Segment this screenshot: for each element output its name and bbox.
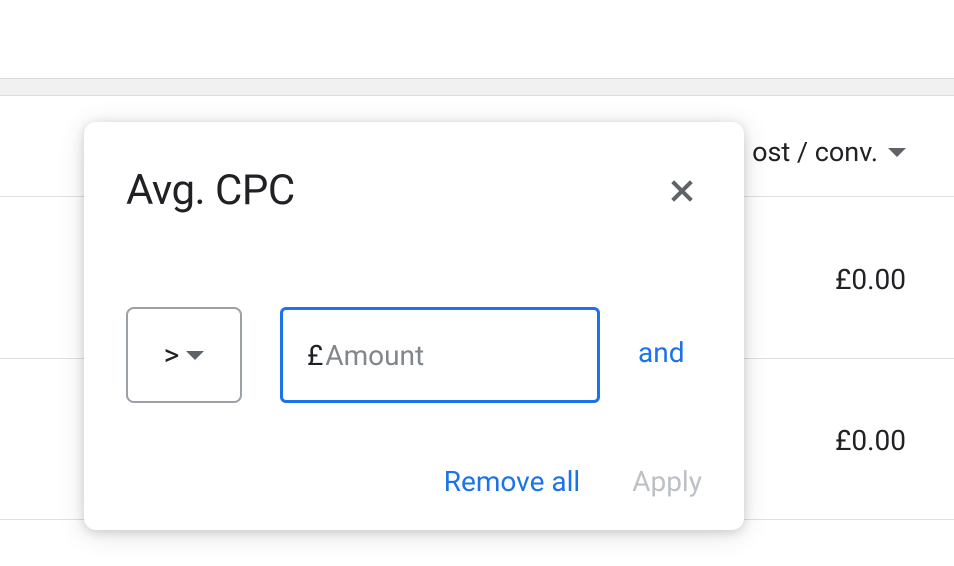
chevron-down-icon xyxy=(888,148,906,157)
popover-title: Avg. CPC xyxy=(126,166,295,215)
popover-footer: Remove all Apply xyxy=(126,465,702,498)
chevron-down-icon xyxy=(186,351,204,360)
add-condition-and-button[interactable]: and xyxy=(638,336,684,375)
close-button[interactable] xyxy=(662,171,702,211)
remove-all-button[interactable]: Remove all xyxy=(444,465,580,498)
table-cell-value: £0.00 xyxy=(835,263,906,296)
close-icon xyxy=(666,175,698,207)
operator-dropdown[interactable]: > xyxy=(126,307,242,403)
popover-header: Avg. CPC xyxy=(126,166,702,215)
amount-input[interactable] xyxy=(325,339,573,372)
filter-row: > £ and xyxy=(126,307,702,403)
toolbar-strip xyxy=(0,78,954,96)
column-header-cost-per-conv[interactable]: ost / conv. xyxy=(752,136,906,168)
column-header-label: ost / conv. xyxy=(752,136,878,168)
currency-symbol: £ xyxy=(307,339,323,372)
apply-button[interactable]: Apply xyxy=(632,465,702,498)
filter-popover: Avg. CPC > £ and Remove all Apply xyxy=(84,122,744,530)
amount-input-container[interactable]: £ xyxy=(280,307,600,403)
operator-value: > xyxy=(164,338,180,373)
table-cell-value: £0.00 xyxy=(835,424,906,457)
